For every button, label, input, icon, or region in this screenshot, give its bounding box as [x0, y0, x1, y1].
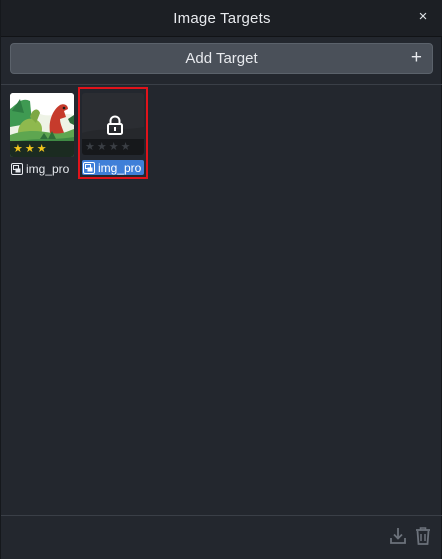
selection-highlight — [78, 87, 148, 179]
footer-divider — [1, 515, 442, 516]
image-targets-panel: Image Targets × Add Target + ★ ★ ★ img_p… — [0, 0, 442, 559]
image-file-icon — [11, 162, 23, 175]
close-icon[interactable]: × — [415, 9, 431, 25]
target-thumbnail[interactable]: ★ ★ ★ — [10, 93, 74, 157]
star-icon: ★ — [36, 142, 47, 155]
star-icon: ★ — [13, 142, 23, 155]
title-bar: Image Targets × — [1, 0, 442, 37]
target-name-label[interactable]: img_pro — [10, 161, 72, 176]
star-icon: ★ — [24, 142, 35, 155]
rating-stars: ★ ★ ★ — [10, 141, 74, 157]
download-icon[interactable] — [389, 526, 407, 546]
window-title: Image Targets — [173, 9, 271, 27]
plus-icon: + — [410, 47, 422, 68]
trash-icon[interactable] — [414, 526, 432, 546]
target-name-text: img_pro — [26, 161, 70, 176]
add-target-button[interactable]: Add Target + — [10, 43, 433, 74]
add-target-label: Add Target — [185, 50, 258, 67]
divider — [1, 84, 442, 85]
